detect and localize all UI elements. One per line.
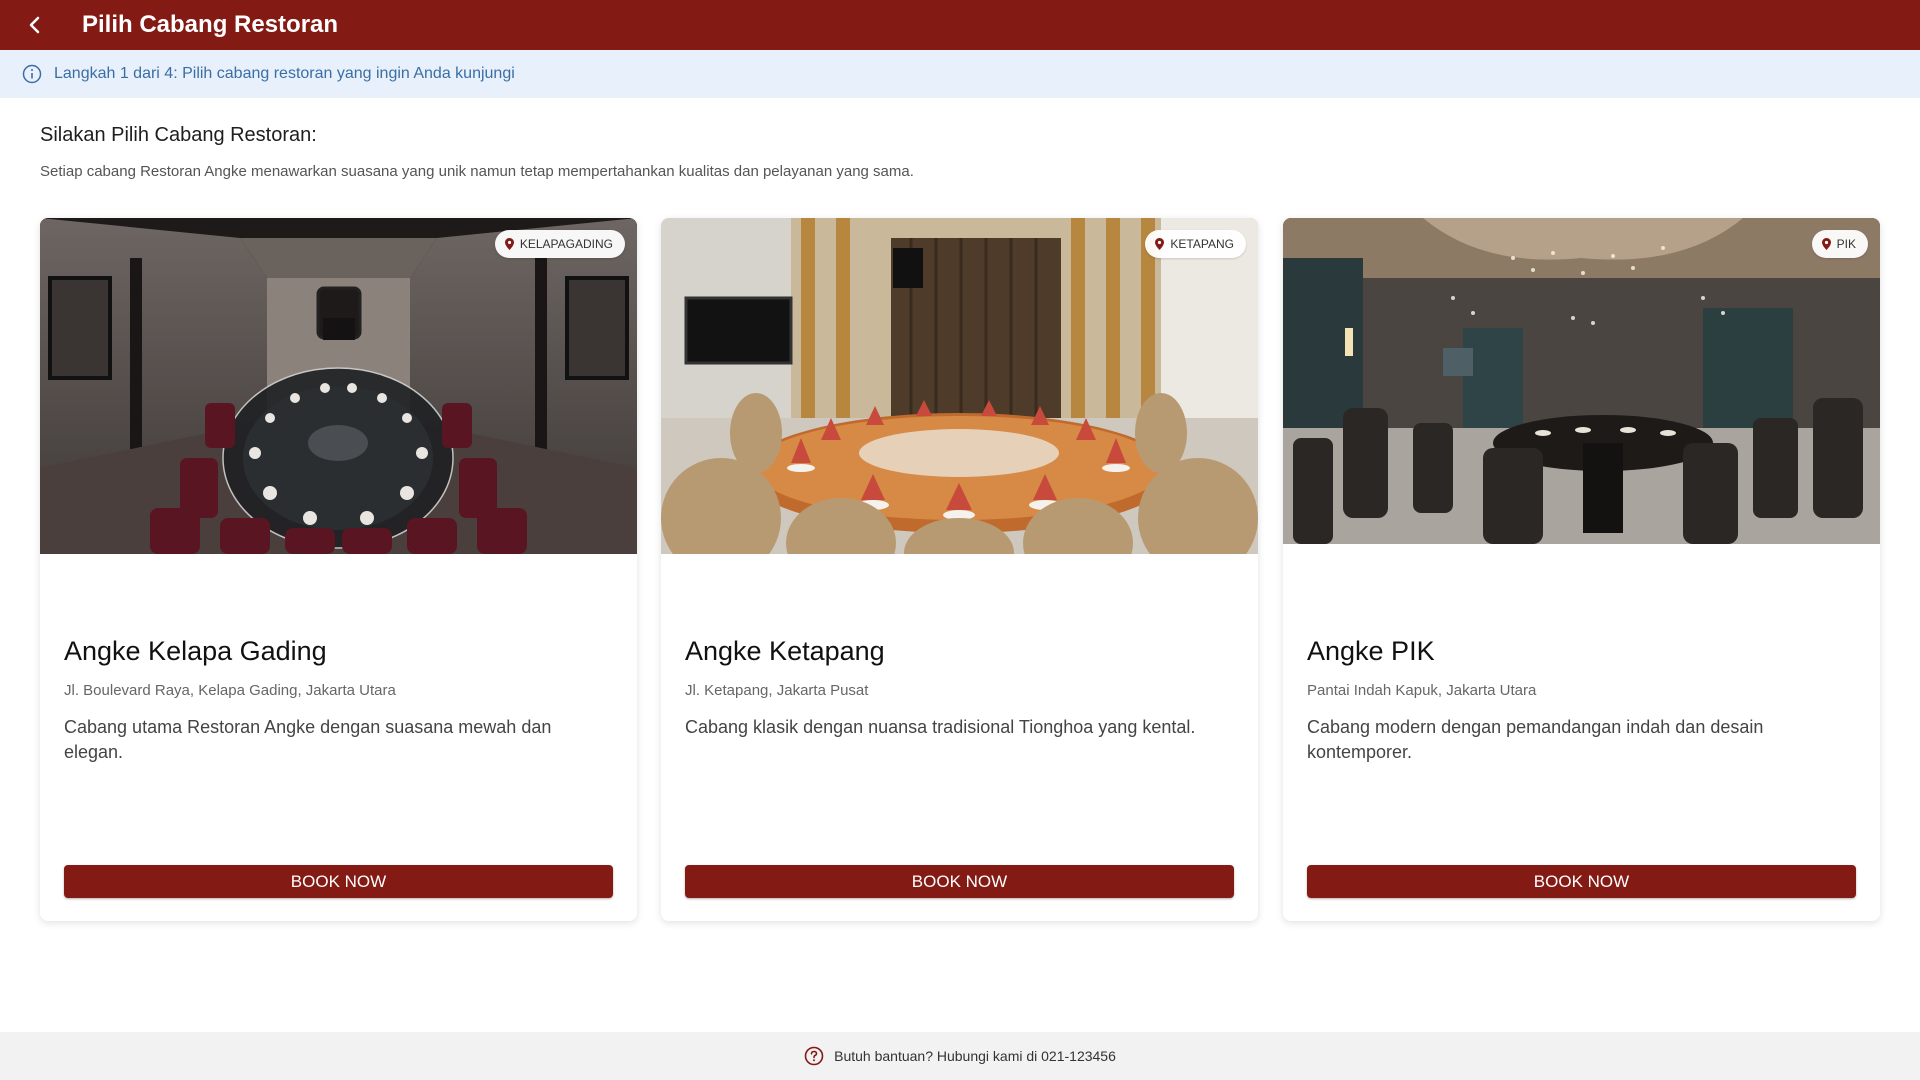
step-info-text: Langkah 1 dari 4: Pilih cabang restoran …: [54, 65, 515, 82]
branch-photo: KELAPAGADING: [40, 218, 637, 554]
section-heading: Silakan Pilih Cabang Restoran:: [40, 124, 317, 146]
branch-badge: KETAPANG: [1145, 230, 1246, 258]
footer: Butuh bantuan? Hubungi kami di 021-12345…: [0, 1032, 1920, 1080]
footer-help-text: Butuh bantuan? Hubungi kami di 021-12345…: [834, 1048, 1116, 1064]
step-info-bar: Langkah 1 dari 4: Pilih cabang restoran …: [0, 50, 1920, 98]
branch-photo: KETAPANG: [661, 218, 1258, 554]
branch-badge-label: KELAPAGADING: [519, 237, 613, 251]
branch-name: Angke Ketapang: [685, 636, 885, 666]
branch-card[interactable]: KETAPANG Angke Ketapang Jl. Ketapang, Ja…: [661, 218, 1258, 921]
branch-address: Jl. Ketapang, Jakarta Pusat: [685, 682, 869, 699]
branch-name: Angke Kelapa Gading: [64, 636, 327, 666]
branch-description: Cabang utama Restoran Angke dengan suasa…: [64, 717, 552, 762]
branch-badge: PIK: [1811, 230, 1868, 258]
page-title: Pilih Cabang Restoran: [82, 11, 339, 38]
book-now-button[interactable]: BOOK NOW: [685, 865, 1234, 898]
location-pin-icon: [1821, 238, 1831, 250]
section-subheading: Setiap cabang Restoran Angke menawarkan …: [40, 163, 914, 180]
branch-description: Cabang klasik dengan nuansa tradisional …: [685, 717, 1196, 737]
branch-card[interactable]: PIK Angke PIK Pantai Indah Kapuk, Jakart…: [1283, 218, 1880, 921]
help-circle-icon: [804, 1046, 824, 1066]
info-icon: [22, 64, 42, 84]
book-now-button[interactable]: BOOK NOW: [1307, 865, 1856, 898]
branch-badge-label: KETAPANG: [1170, 237, 1234, 251]
chevron-left-icon: [29, 16, 40, 34]
app-bar: Pilih Cabang Restoran: [0, 0, 1920, 50]
location-pin-icon: [1155, 238, 1165, 250]
branch-badge: KELAPAGADING: [494, 230, 625, 258]
branch-description: Cabang modern dengan pemandangan indah d…: [1307, 717, 1764, 762]
branch-address: Jl. Boulevard Raya, Kelapa Gading, Jakar…: [64, 682, 396, 699]
location-pin-icon: [504, 238, 514, 250]
branch-name: Angke PIK: [1307, 636, 1435, 666]
branch-card[interactable]: KELAPAGADING Angke Kelapa Gading Jl. Bou…: [40, 218, 637, 921]
back-button[interactable]: [0, 0, 70, 50]
branch-address: Pantai Indah Kapuk, Jakarta Utara: [1307, 682, 1537, 699]
book-now-button[interactable]: BOOK NOW: [64, 865, 613, 898]
branch-photo: PIK: [1283, 218, 1880, 544]
branch-badge-label: PIK: [1836, 237, 1856, 251]
